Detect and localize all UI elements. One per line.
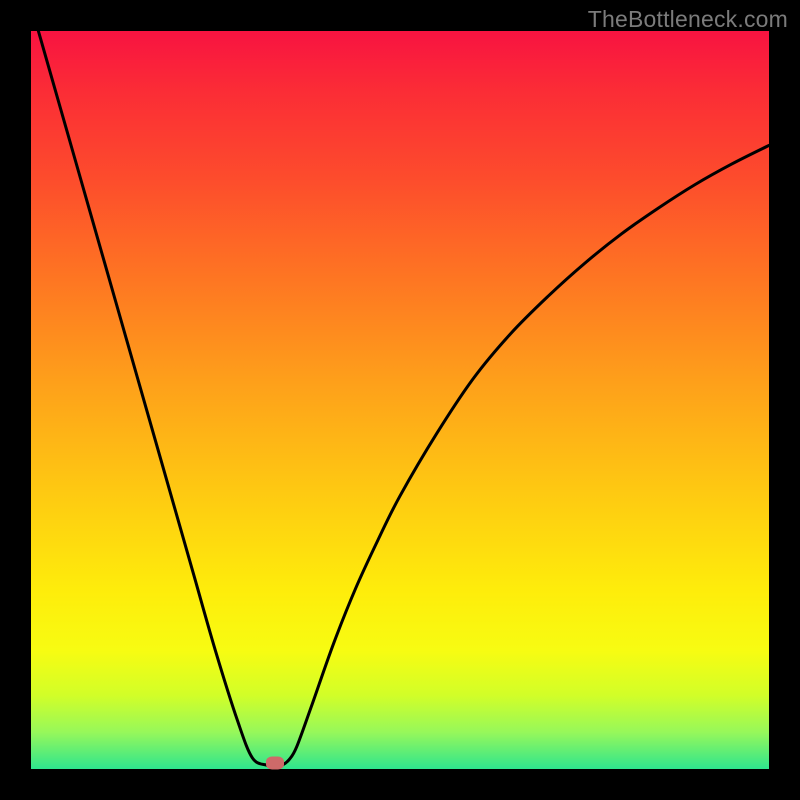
plot-area (31, 31, 769, 769)
watermark-text: TheBottleneck.com (588, 6, 788, 33)
curve-svg (31, 31, 769, 769)
chart-frame: TheBottleneck.com (0, 0, 800, 800)
optimal-point-marker (266, 757, 284, 770)
bottleneck-curve (38, 31, 769, 767)
